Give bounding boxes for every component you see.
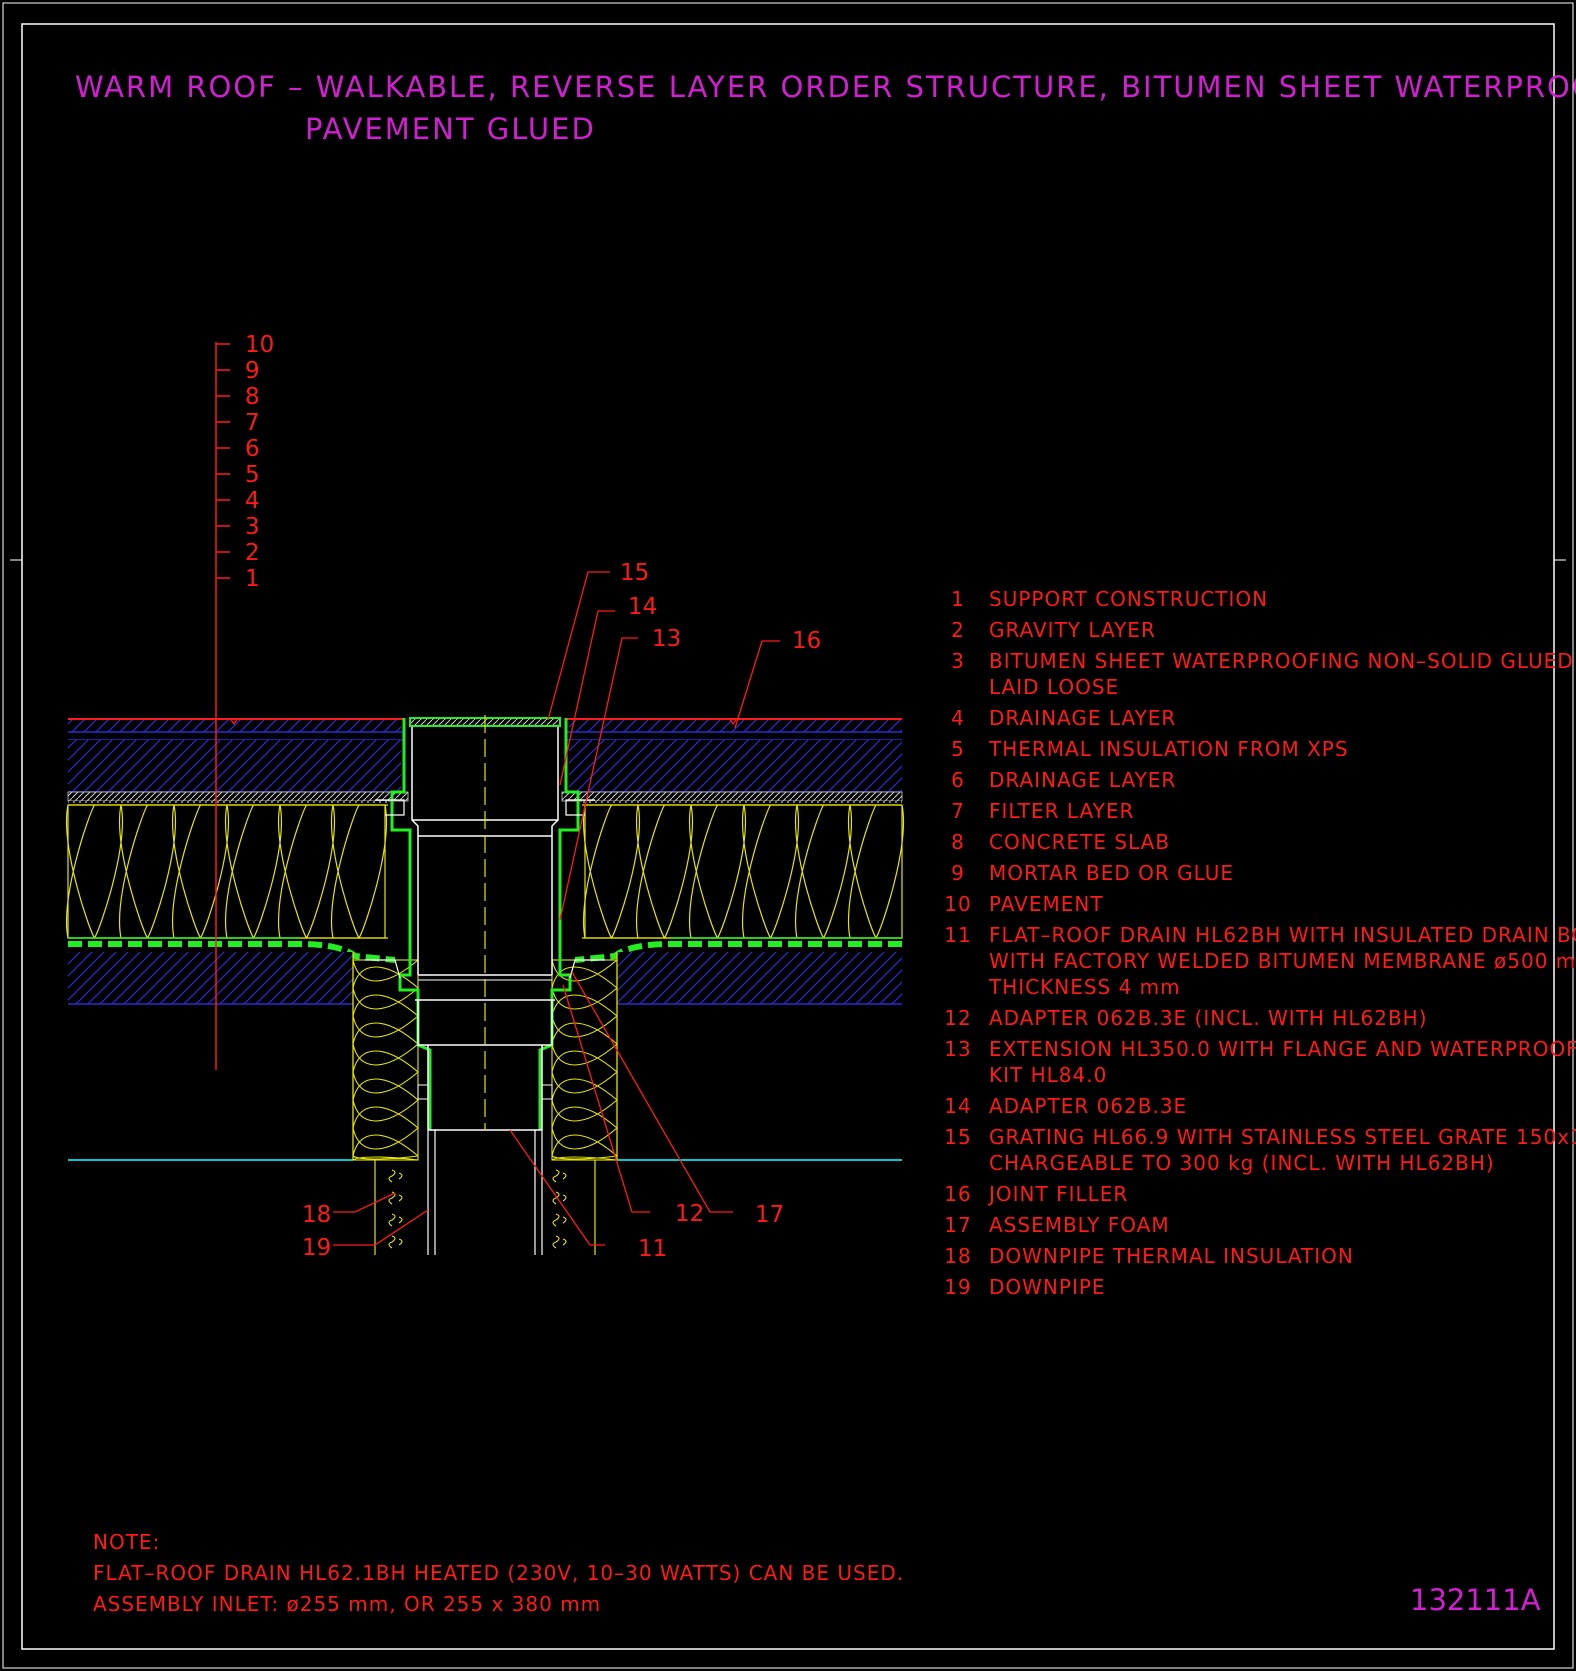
- roof-detail-drawing: WARM ROOF – WALKABLE, REVERSE LAYER ORDE…: [2, 2, 1576, 1669]
- drawing-frame: [21, 23, 1555, 1650]
- callout-16: 16: [792, 628, 821, 654]
- drawing-code: 132111A: [1410, 1583, 1541, 1617]
- legend-text: CHARGEABLE TO 300 kg (INCL. WITH HL62BH): [989, 1151, 1495, 1175]
- note: NOTE: FLAT–ROOF DRAIN HL62.1BH HEATED (2…: [93, 1530, 904, 1616]
- legend-number: 16: [944, 1182, 971, 1206]
- legend-number: 17: [944, 1213, 971, 1237]
- legend-text: THERMAL INSULATION FROM XPS: [988, 737, 1349, 761]
- legend-number: 14: [944, 1094, 971, 1118]
- legend-text: JOINT FILLER: [987, 1182, 1128, 1206]
- legend-number: 3: [951, 649, 965, 673]
- legend-text: ADAPTER 062B.3E: [989, 1094, 1187, 1118]
- legend-number: 4: [951, 706, 965, 730]
- legend-text: GRAVITY LAYER: [989, 618, 1156, 642]
- legend-number: 13: [944, 1037, 971, 1061]
- legend-text: DOWNPIPE: [989, 1275, 1106, 1299]
- legend-number: 2: [951, 618, 965, 642]
- legend-text: FILTER LAYER: [989, 799, 1134, 823]
- legend-text: ASSEMBLY FOAM: [989, 1213, 1170, 1237]
- callout-18: 18: [302, 1202, 331, 1228]
- callout-12: 12: [675, 1201, 704, 1227]
- legend-number: 12: [944, 1006, 971, 1030]
- callouts: [229, 571, 780, 1246]
- legend-text: BITUMEN SHEET WATERPROOFING NON–SOLID GL…: [989, 649, 1576, 673]
- callout-13: 13: [652, 626, 681, 652]
- legend-text: DOWNPIPE THERMAL INSULATION: [989, 1244, 1354, 1268]
- legend-text: KIT HL84.0: [989, 1063, 1107, 1087]
- legend-text: SUPPORT CONSTRUCTION: [989, 587, 1268, 611]
- title-line-2: PAVEMENT GLUED: [305, 112, 596, 146]
- layer-scale-label: 7: [245, 410, 260, 436]
- layer-scale-label: 5: [245, 462, 260, 488]
- title-line-1: WARM ROOF – WALKABLE, REVERSE LAYER ORDE…: [75, 70, 1576, 104]
- layer-scale-label: 6: [245, 436, 260, 462]
- note-line-2: ASSEMBLY INLET: ø255 mm, OR 255 x 380 mm: [93, 1592, 601, 1616]
- legend-text: ADAPTER 062B.3E (INCL. WITH HL62BH): [989, 1006, 1428, 1030]
- callout-14: 14: [628, 594, 657, 620]
- sheet-border: [2, 2, 1574, 1669]
- layer-scale-label: 9: [245, 358, 260, 384]
- layer-scale-label: 2: [245, 540, 260, 566]
- legend-text: GRATING HL66.9 WITH STAINLESS STEEL GRAT…: [989, 1125, 1576, 1149]
- legend: 1 SUPPORT CONSTRUCTION 2 GRAVITY LAYER 3 BITU…: [944, 587, 1576, 1299]
- note-line-1: FLAT–ROOF DRAIN HL62.1BH HEATED (230V, 1…: [93, 1561, 904, 1585]
- layer-scale-label: 4: [245, 488, 260, 514]
- callout-15: 15: [620, 560, 649, 586]
- note-heading: NOTE:: [93, 1530, 160, 1554]
- legend-text: DRAINAGE LAYER: [989, 706, 1176, 730]
- legend-number: 6: [951, 768, 965, 792]
- legend-text: LAID LOOSE: [989, 675, 1119, 699]
- legend-text: EXTENSION HL350.0 WITH FLANGE AND WATERP…: [989, 1037, 1576, 1061]
- legend-number: 8: [951, 830, 965, 854]
- legend-text: DRAINAGE LAYER: [989, 768, 1176, 792]
- legend-number: 11: [944, 923, 971, 947]
- legend-number: 1: [951, 587, 965, 611]
- callout-11: 11: [638, 1236, 667, 1262]
- legend-text: THICKNESS 4 mm: [988, 975, 1181, 999]
- callout-17: 17: [755, 1202, 784, 1228]
- legend-number: 18: [944, 1244, 971, 1268]
- legend-number: 15: [944, 1125, 971, 1149]
- layer-scale-label: 1: [245, 566, 260, 592]
- roof-section: [66, 715, 904, 1255]
- callout-19: 19: [302, 1235, 331, 1261]
- legend-text: FLAT–ROOF DRAIN HL62BH WITH INSULATED DR…: [989, 923, 1576, 947]
- legend-number: 19: [944, 1275, 971, 1299]
- legend-text: PAVEMENT: [989, 892, 1104, 916]
- legend-text: MORTAR BED OR GLUE: [989, 861, 1234, 885]
- layer-scale-label: 10: [245, 332, 274, 358]
- legend-text: CONCRETE SLAB: [989, 830, 1170, 854]
- legend-number: 9: [951, 861, 965, 885]
- legend-number: 7: [951, 799, 965, 823]
- legend-number: 10: [944, 892, 971, 916]
- legend-text: WITH FACTORY WELDED BITUMEN MEMBRANE ø50…: [989, 949, 1576, 973]
- legend-number: 5: [951, 737, 965, 761]
- layer-scale-label: 8: [245, 384, 260, 410]
- layer-scale-label: 3: [245, 514, 260, 540]
